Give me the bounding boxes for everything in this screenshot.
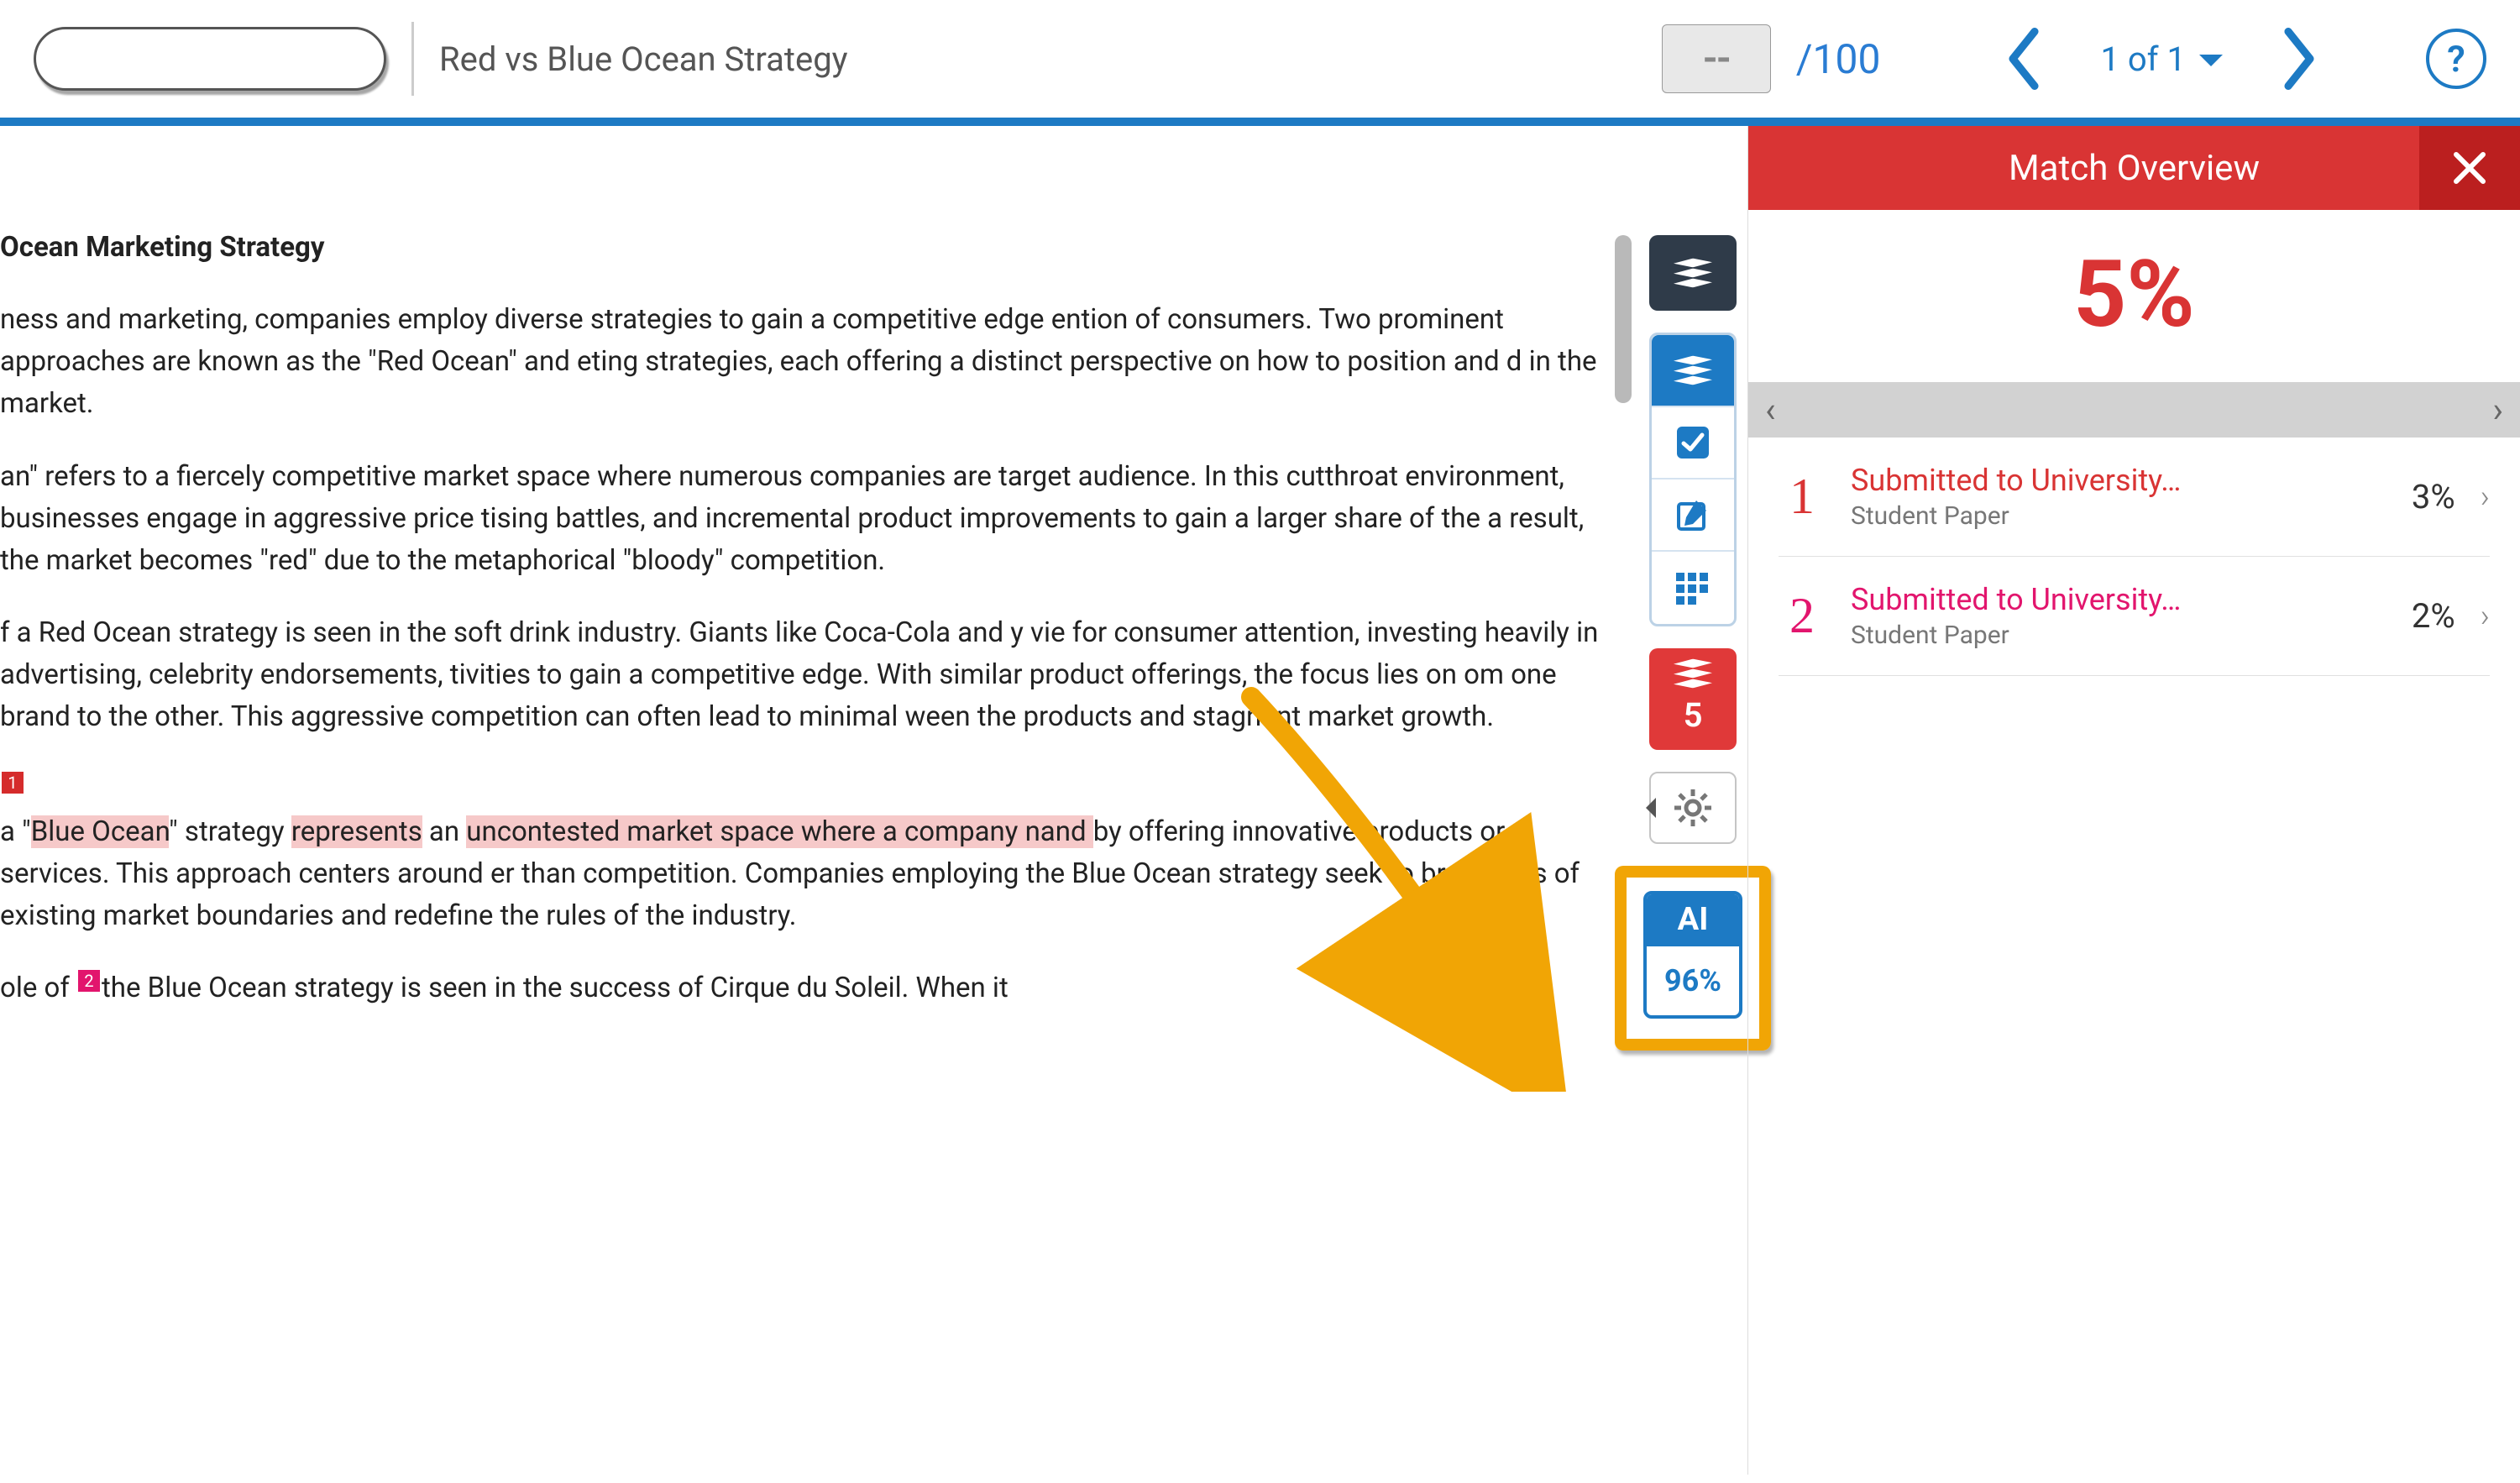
ai-percent: 96%	[1647, 946, 1739, 1015]
match-source-title: Submitted to University…	[1851, 582, 2386, 617]
match-prev-button[interactable]: ‹	[1765, 390, 1776, 431]
highlight-match-1b[interactable]: represents	[291, 815, 422, 848]
match-source-title: Submitted to University…	[1851, 463, 2386, 498]
ai-writing-indicator[interactable]: AI 96%	[1643, 891, 1742, 1019]
match-source-sub: Student Paper	[1851, 501, 2386, 531]
highlight-match-1c[interactable]: uncontested market space where a company	[466, 815, 1024, 848]
grade-value: --	[1703, 36, 1730, 81]
match-number: 1	[1779, 468, 1826, 526]
layers-icon	[1674, 657, 1712, 690]
grade-box[interactable]: --	[1662, 24, 1771, 93]
match-overview-panel: Match Overview 5% ‹ › 1 Submitted to Uni…	[1747, 126, 2520, 1475]
rubric-grid-button[interactable]	[1652, 552, 1734, 624]
grid-icon	[1674, 571, 1711, 605]
match-percent: 2%	[2412, 596, 2455, 636]
check-icon	[1674, 424, 1711, 461]
student-name-pill[interactable]	[34, 27, 386, 91]
help-button[interactable]: ?	[2426, 29, 2486, 89]
gear-icon	[1673, 788, 1713, 828]
match-source-sub: Student Paper	[1851, 621, 2386, 650]
doc-heading: Ocean Marketing Strategy	[0, 231, 325, 264]
top-toolbar: Red vs Blue Ocean Strategy -- /100 1 of …	[0, 0, 2520, 126]
caret-left-icon	[1636, 798, 1656, 818]
checkbox-button[interactable]	[1652, 407, 1734, 479]
match-source-row[interactable]: 1 Submitted to University… Student Paper…	[1779, 438, 2490, 557]
document-title: Red vs Blue Ocean Strategy	[439, 39, 848, 79]
document-pane: Ocean Marketing Strategy ness and market…	[0, 126, 1638, 1475]
separator	[411, 22, 414, 96]
match-nav-strip: ‹ ›	[1748, 382, 2520, 438]
panel-title: Match Overview	[2009, 148, 2260, 189]
ai-label: AI	[1647, 894, 1739, 946]
match-overview-button[interactable]: 5	[1649, 648, 1737, 750]
pencil-square-icon	[1674, 496, 1711, 533]
prev-paper-button[interactable]	[1998, 26, 2050, 92]
caret-down-icon	[2199, 55, 2223, 78]
paper-pager[interactable]: 1 of 1	[2075, 39, 2248, 79]
pager-label: 1 of 1	[2100, 39, 2186, 79]
document-content: Ocean Marketing Strategy ness and market…	[0, 227, 1605, 1009]
similarity-tools-group	[1649, 333, 1737, 626]
match-percent: 3%	[2412, 477, 2455, 516]
grade-total: /100	[1796, 35, 1881, 83]
layers-button[interactable]	[1649, 235, 1737, 311]
panel-header: Match Overview	[1748, 126, 2520, 210]
help-icon: ?	[2447, 37, 2465, 81]
edit-button[interactable]	[1652, 479, 1734, 552]
next-paper-button[interactable]	[2273, 26, 2325, 92]
match-source-row[interactable]: 2 Submitted to University… Student Paper…	[1779, 557, 2490, 676]
close-icon	[2451, 149, 2488, 186]
match-marker-2[interactable]: 2	[78, 970, 100, 992]
match-overview-value: 5	[1684, 695, 1703, 735]
layers-icon	[1674, 354, 1712, 387]
match-number: 2	[1779, 587, 1826, 645]
chevron-right-icon: ›	[2481, 479, 2490, 516]
similarity-layer-button[interactable]	[1652, 335, 1734, 407]
highlight-match-1d[interactable]: nand	[1025, 815, 1093, 848]
close-panel-button[interactable]	[2419, 126, 2520, 210]
highlight-match-1a[interactable]: Blue Ocean	[31, 815, 169, 848]
tool-rail: 5 AI 96%	[1638, 126, 1747, 1475]
match-marker-1[interactable]: 1	[2, 772, 24, 794]
chevron-right-icon: ›	[2481, 598, 2490, 635]
scrollbar-thumb[interactable]	[1615, 235, 1632, 403]
settings-button[interactable]	[1649, 772, 1737, 844]
overall-similarity: 5%	[1748, 240, 2520, 348]
layers-icon	[1674, 256, 1712, 290]
match-next-button[interactable]: ›	[2492, 390, 2503, 431]
match-list: 1 Submitted to University… Student Paper…	[1748, 438, 2520, 676]
